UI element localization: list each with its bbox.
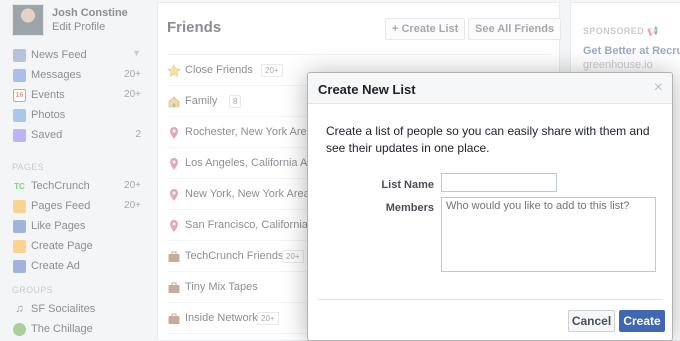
list-name-field[interactable]	[441, 173, 557, 192]
members-field[interactable]	[441, 197, 656, 272]
close-icon[interactable]: ×	[654, 79, 663, 97]
members-label: Members	[385, 202, 434, 214]
dialog-header: Create New List ×	[308, 73, 672, 104]
cancel-button[interactable]: Cancel	[568, 310, 615, 332]
dialog-description: Create a list of people so you can easil…	[326, 124, 650, 155]
list-name-label: List Name	[381, 179, 434, 191]
create-list-dialog: Create New List × Create a list of peopl…	[307, 72, 673, 341]
dialog-title: Create New List	[318, 82, 416, 97]
divider	[318, 299, 662, 300]
create-button[interactable]: Create	[619, 310, 665, 332]
